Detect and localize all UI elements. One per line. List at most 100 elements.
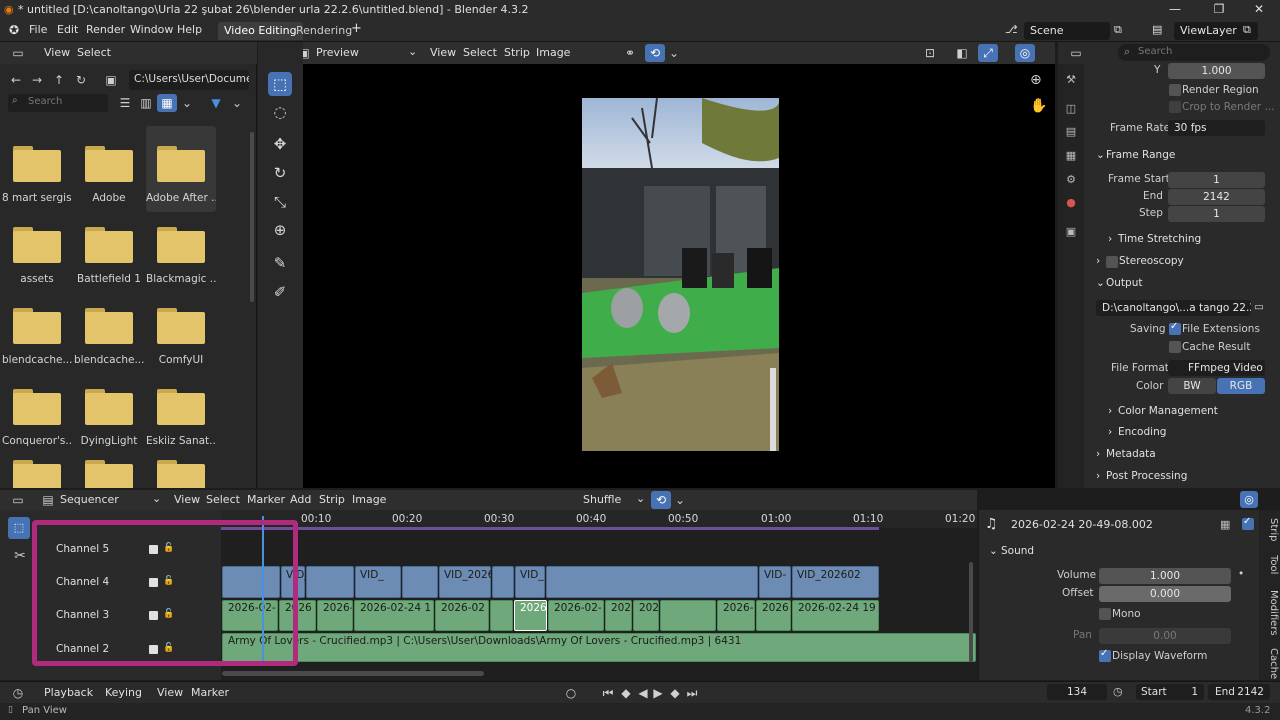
end-frame-field[interactable]: End 2142 [1208, 684, 1270, 700]
move-tool-icon[interactable]: ✥ [268, 132, 292, 156]
strip-enabled-checkbox[interactable] [1242, 516, 1254, 530]
section-encoding[interactable]: Encoding [1118, 426, 1166, 438]
fb-menu-view[interactable]: View [44, 46, 70, 59]
transform-tool-icon[interactable]: ⊕ [268, 218, 292, 242]
clock-icon[interactable]: ◷ [8, 684, 28, 702]
select-box-tool-icon[interactable]: ⬚ [268, 72, 292, 96]
scene-new-icon[interactable]: ⧉ [1114, 23, 1122, 37]
close-button[interactable]: ✕ [1244, 2, 1274, 18]
folder-item[interactable]: ComfyUI [146, 298, 216, 374]
seq-menu-marker[interactable]: Marker [247, 493, 285, 506]
y-field[interactable]: 1.000 [1168, 63, 1265, 79]
mono-checkbox[interactable] [1099, 608, 1111, 620]
video-strip[interactable] [306, 566, 354, 598]
scene-icon[interactable]: ⚙ [1061, 170, 1081, 190]
tab-modifiers[interactable]: Modifiers [1261, 590, 1279, 636]
output-path-field[interactable]: D:\canoltango\...a tango 22.2.26 [1096, 300, 1251, 316]
section-stereoscopy[interactable]: Stereoscopy [1119, 255, 1184, 267]
new-folder-icon[interactable]: ▣ [101, 71, 121, 89]
video-strip[interactable]: VID_ [515, 566, 545, 598]
refresh-icon[interactable]: ↻ [71, 71, 91, 89]
render-icon[interactable]: ◫ [1061, 99, 1081, 119]
chevron-down-icon[interactable]: ⌄ [408, 45, 417, 58]
tab-tool[interactable]: Tool [1261, 555, 1279, 574]
stereoscopy-checkbox[interactable] [1106, 256, 1118, 268]
seq-menu-add[interactable]: Add [290, 493, 311, 506]
horizontal-scrollbar[interactable] [222, 671, 484, 676]
seq-menu-image[interactable]: Image [352, 493, 386, 506]
render-region-checkbox[interactable] [1169, 84, 1181, 96]
collection-icon[interactable]: ▣ [1061, 222, 1081, 242]
blade-tool-icon[interactable]: ✂ [10, 548, 30, 568]
section-metadata[interactable]: Metadata [1106, 448, 1156, 460]
crop-to-render-checkbox[interactable] [1169, 101, 1181, 113]
audio-strip[interactable]: 2026-02-24 19 [792, 600, 879, 631]
audio-strip[interactable]: 2026- [317, 600, 353, 631]
filter-chevron-icon[interactable]: ⌄ [227, 94, 247, 112]
folder-item[interactable]: 8 mart sergisi [2, 136, 72, 212]
properties-search-input[interactable]: ⌕ Search [1118, 44, 1270, 61]
menu-render[interactable]: Render [86, 23, 125, 36]
frame-start-field[interactable]: 1 [1168, 172, 1265, 188]
editor-type-icon[interactable]: ▭ [1066, 44, 1086, 62]
preview-menu-view[interactable]: View [430, 46, 456, 59]
display-thumbnails-icon[interactable]: ▦ [157, 94, 177, 112]
jump-end-icon[interactable]: ⏭ [682, 684, 702, 702]
chevron-down-icon[interactable]: ⌄ [1096, 277, 1105, 289]
volume-field[interactable]: 1.000 [1099, 568, 1231, 584]
video-strip[interactable] [492, 566, 514, 598]
video-strip[interactable]: VID_2026 [439, 566, 494, 598]
video-strip[interactable]: VID_ [355, 566, 401, 598]
vertical-scrollbar[interactable] [969, 562, 973, 662]
offset-field[interactable]: 0.000 [1099, 586, 1231, 602]
zoom-fit-icon[interactable]: ⊡ [920, 44, 940, 62]
audio-strip[interactable]: 2026-02- [548, 600, 604, 631]
snap-mode-dropdown[interactable]: Shuffle [583, 493, 621, 506]
section-post-processing[interactable]: Post Processing [1106, 470, 1187, 482]
seq-menu-strip[interactable]: Strip [319, 493, 345, 506]
section-color-management[interactable]: Color Management [1118, 405, 1218, 417]
section-frame-range[interactable]: Frame Range [1106, 149, 1175, 161]
preview-mode-selector[interactable]: Preview [316, 46, 359, 59]
jump-start-icon[interactable]: ⏮ [598, 684, 618, 702]
video-strip[interactable]: VID- [759, 566, 791, 598]
pivot-icon[interactable]: ⚭ [620, 44, 640, 62]
view-layer-icon[interactable]: ▤ [1152, 23, 1162, 36]
zoom-icon[interactable]: ⊕ [1030, 72, 1042, 88]
tab-rendering[interactable]: Rendering [290, 22, 358, 40]
audio-strip[interactable] [490, 600, 513, 631]
section-frame-range-chevron[interactable]: ⌄ [1096, 149, 1105, 161]
file-browser-scrollbar[interactable] [250, 132, 254, 302]
preview-menu-image[interactable]: Image [536, 46, 570, 59]
end-field[interactable]: 2142 [1168, 189, 1265, 205]
sequencer-icon[interactable]: ▤ [38, 491, 58, 509]
preview-menu-select[interactable]: Select [463, 46, 497, 59]
folder-item[interactable]: Eskiiz Sanat... [146, 379, 216, 455]
select-tool-icon[interactable]: ⬚ [8, 517, 30, 539]
chevron-right-icon[interactable]: › [1108, 405, 1112, 417]
audio-strip[interactable]: 202 [605, 600, 632, 631]
chevron-down-icon[interactable]: ⌄ [152, 492, 161, 505]
color-rgb-toggle[interactable]: RGB [1217, 378, 1265, 394]
record-icon[interactable]: ○ [561, 684, 581, 702]
back-icon[interactable]: ← [6, 71, 26, 89]
seq-menu-view[interactable]: View [174, 493, 200, 506]
scene-selector[interactable]: Scene [1024, 22, 1110, 40]
chevron-right-icon[interactable]: › [1108, 233, 1112, 245]
folder-item[interactable]: Adobe After ... [146, 126, 216, 212]
audio-strip-selected[interactable]: 2026 [514, 600, 547, 631]
folder-item[interactable] [146, 450, 216, 488]
menu-file[interactable]: File [29, 23, 47, 36]
chevron-down-icon[interactable]: ⌄ [636, 492, 645, 505]
path-field[interactable]: C:\Users\User\Docume... [129, 70, 249, 90]
step-field[interactable]: 1 [1168, 206, 1265, 222]
add-workspace-button[interactable]: + [351, 21, 362, 36]
stopwatch-icon[interactable]: ◷ [1113, 685, 1123, 698]
frame-rate-dropdown[interactable]: 30 fps [1168, 120, 1265, 136]
output-icon[interactable]: ▤ [1061, 122, 1081, 142]
menu-edit[interactable]: Edit [57, 23, 78, 36]
view-layer-icon[interactable]: ▦ [1061, 146, 1081, 166]
section-output[interactable]: Output [1106, 277, 1142, 289]
folder-browse-icon[interactable]: ▭ [1254, 301, 1264, 313]
snap-icon[interactable]: ⟲ [645, 44, 665, 62]
